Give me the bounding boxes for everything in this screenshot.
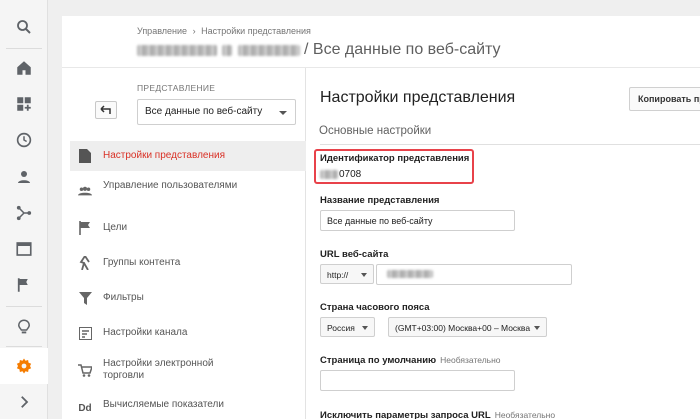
- document-icon: [78, 149, 92, 163]
- top-gray-strip: [48, 0, 700, 16]
- redacted-account: [137, 44, 217, 56]
- page-header: Управление › Настройки представления / В…: [62, 16, 700, 68]
- timezone-country-select[interactable]: Россия: [320, 317, 375, 337]
- main-content: Настройки представления Копировать пре О…: [306, 68, 700, 419]
- flag-icon[interactable]: [0, 267, 48, 303]
- view-name-input[interactable]: Все данные по веб-сайту: [320, 210, 515, 231]
- figure-icon: [78, 256, 92, 270]
- default-page-input[interactable]: [320, 370, 515, 391]
- window-icon[interactable]: [0, 231, 48, 267]
- view-id-label: Идентификатор представления: [320, 153, 470, 164]
- breadcrumb-view-settings[interactable]: Настройки представления: [201, 26, 311, 36]
- exclude-params-label: Исключить параметры запроса URL Необязате…: [320, 410, 556, 419]
- filter-icon: [78, 291, 92, 305]
- view-name-label: Название представления: [320, 195, 440, 206]
- home-icon[interactable]: [0, 50, 48, 86]
- view-id-value: 0708: [320, 169, 361, 180]
- left-rail: [0, 0, 48, 419]
- nav-item-goals[interactable]: Цели: [70, 216, 306, 240]
- nav-item-calculated-metrics[interactable]: Dd Вычисляемые показатели: [70, 393, 306, 419]
- lightbulb-icon[interactable]: [0, 309, 48, 345]
- channel-icon: [78, 326, 92, 340]
- page-title: / Все данные по веб-сайту: [137, 41, 501, 59]
- redacted-view-id: [320, 170, 338, 179]
- cart-icon: [78, 363, 92, 377]
- caret-down-icon: [534, 326, 540, 330]
- copy-view-button[interactable]: Копировать пре: [629, 87, 700, 111]
- dashboard-add-icon[interactable]: [0, 86, 48, 122]
- website-url-input[interactable]: [376, 264, 572, 285]
- view-label: ПРЕДСТАВЛЕНИЕ: [137, 83, 216, 93]
- timezone-label: Страна часового пояса: [320, 302, 430, 313]
- nav-item-channel-settings[interactable]: Настройки канала: [70, 321, 306, 345]
- nav-item-ecommerce-settings[interactable]: Настройки электронной торговли: [70, 354, 306, 384]
- nav-item-user-management[interactable]: Управление пользователями: [70, 176, 306, 206]
- protocol-select[interactable]: http://: [320, 264, 374, 284]
- caret-down-icon: [279, 111, 287, 115]
- person-icon[interactable]: [0, 159, 48, 195]
- timezone-select[interactable]: (GMT+03:00) Москва+00 – Москва: [388, 317, 547, 337]
- view-select[interactable]: Все данные по веб-сайту: [137, 99, 296, 125]
- nav-item-view-settings[interactable]: Настройки представления: [70, 141, 306, 171]
- dd-icon: Dd: [78, 402, 92, 414]
- url-label: URL веб-сайта: [320, 249, 389, 260]
- redacted-url: [387, 270, 433, 278]
- gear-icon[interactable]: [0, 348, 48, 384]
- clock-icon[interactable]: [0, 122, 48, 158]
- nav-item-content-groups[interactable]: Группы контента: [70, 251, 306, 275]
- left-gray-strip: [48, 16, 62, 419]
- main-title: Настройки представления: [320, 89, 516, 106]
- redacted-property: [238, 44, 300, 56]
- search-icon[interactable]: [0, 9, 48, 45]
- caret-down-icon: [361, 273, 367, 277]
- back-button[interactable]: [95, 101, 117, 119]
- flag-icon: [78, 221, 92, 235]
- arrow-back-icon: [100, 105, 111, 114]
- section-title: Основные настройки: [319, 125, 432, 137]
- breadcrumb: Управление › Настройки представления: [137, 26, 311, 36]
- people-icon: [78, 184, 92, 198]
- chevron-right-icon[interactable]: [0, 384, 48, 419]
- default-page-label: Страница по умолчанию Необязательно: [320, 355, 501, 366]
- share-icon[interactable]: [0, 195, 48, 231]
- optional-note: Необязательно: [440, 355, 501, 365]
- caret-down-icon: [362, 326, 368, 330]
- nav-item-filters[interactable]: Фильтры: [70, 286, 306, 310]
- breadcrumb-admin[interactable]: Управление: [137, 26, 187, 36]
